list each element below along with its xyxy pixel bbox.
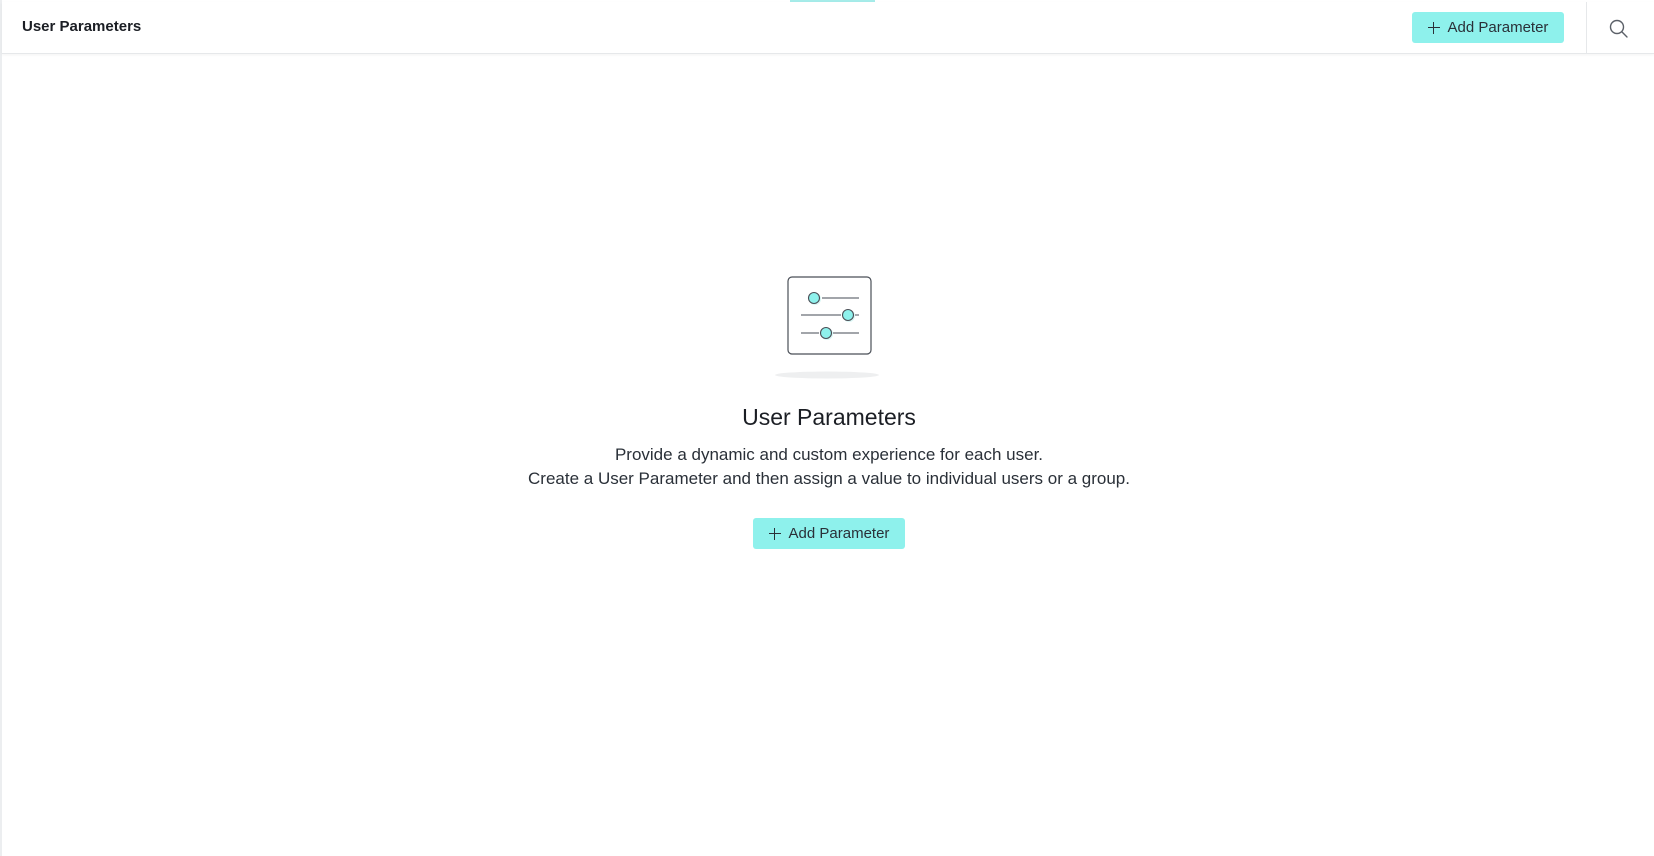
empty-state-description-line-2: Create a User Parameter and then assign …	[528, 469, 1130, 488]
empty-state-add-parameter-button-label: Add Parameter	[788, 525, 890, 542]
empty-state-add-parameter-button[interactable]: Add Parameter	[753, 518, 905, 549]
sliders-icon	[775, 276, 879, 379]
search-button[interactable]	[1607, 17, 1631, 41]
header-divider	[1586, 2, 1587, 54]
add-parameter-button-label: Add Parameter	[1447, 19, 1549, 36]
empty-state-description: Provide a dynamic and custom experience …	[2, 443, 1654, 491]
add-parameter-button[interactable]: Add Parameter	[1412, 12, 1564, 43]
sliders-illustration	[772, 275, 882, 380]
empty-state-title: User Parameters	[742, 404, 916, 430]
plus-icon	[768, 527, 781, 540]
page: User Parameters Add Parameter User Param…	[0, 0, 1654, 856]
plus-icon	[1427, 21, 1440, 34]
page-header: User Parameters Add Parameter	[2, 2, 1654, 54]
empty-state-description-line-1: Provide a dynamic and custom experience …	[614, 445, 1044, 464]
search-icon	[1609, 19, 1628, 38]
page-title: User Parameters	[22, 18, 142, 35]
